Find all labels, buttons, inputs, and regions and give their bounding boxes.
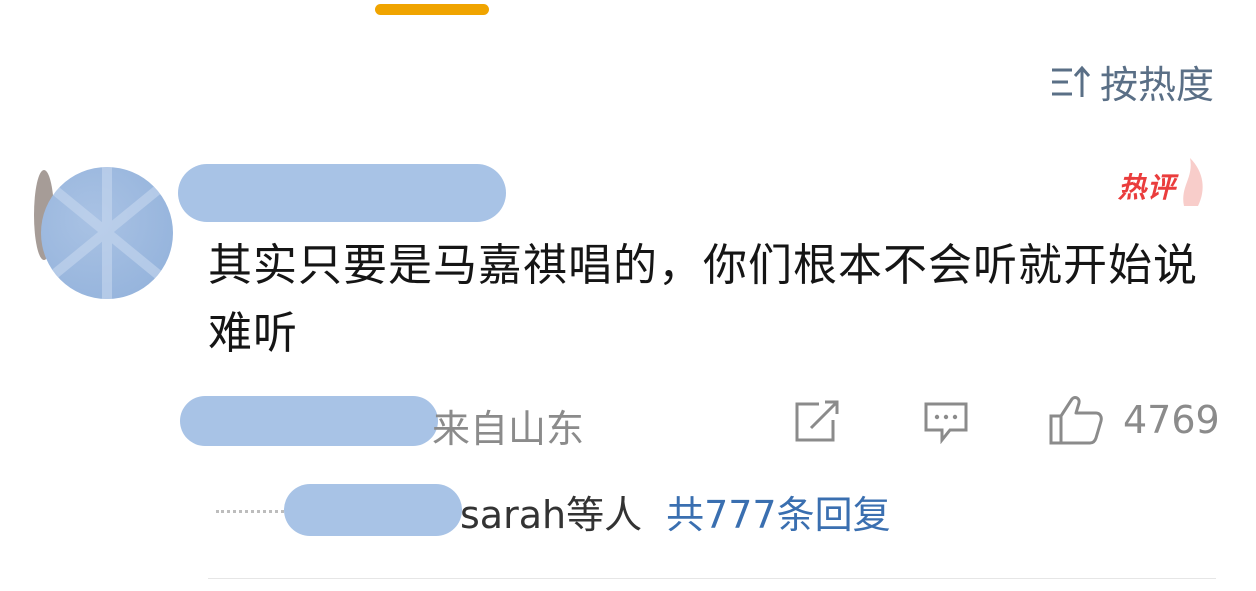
share-icon[interactable] (793, 400, 841, 444)
reply-authors-tail: sarah等人 (460, 493, 643, 537)
reply-authors-redacted[interactable] (284, 484, 462, 536)
timestamp-redacted (180, 396, 438, 446)
flame-icon (1183, 158, 1203, 206)
sort-icon (1051, 65, 1090, 97)
location-label: 来自山东 (432, 407, 585, 451)
hot-comment-badge: 热评 (1118, 171, 1177, 204)
username-redacted[interactable] (178, 164, 506, 222)
reply-total-link[interactable]: 共777条回复 (666, 493, 891, 537)
sort-label: 按热度 (1099, 63, 1214, 107)
comment-icon[interactable] (922, 400, 970, 444)
active-tab-indicator (375, 4, 489, 15)
like-count: 4769 (1123, 398, 1220, 442)
avatar[interactable] (41, 167, 173, 299)
comment-text: 其实只要是马嘉祺唱的，你们根本不会听就开始说难听 (208, 240, 1198, 359)
sort-by-hot-button[interactable]: 按热度 (1050, 54, 1214, 109)
avatar-blur-pattern (47, 167, 165, 299)
reply-summary[interactable]: sarah等人 共777条回复 (460, 484, 891, 539)
thumbs-up-icon[interactable] (1048, 394, 1104, 446)
comment-divider (208, 578, 1216, 579)
